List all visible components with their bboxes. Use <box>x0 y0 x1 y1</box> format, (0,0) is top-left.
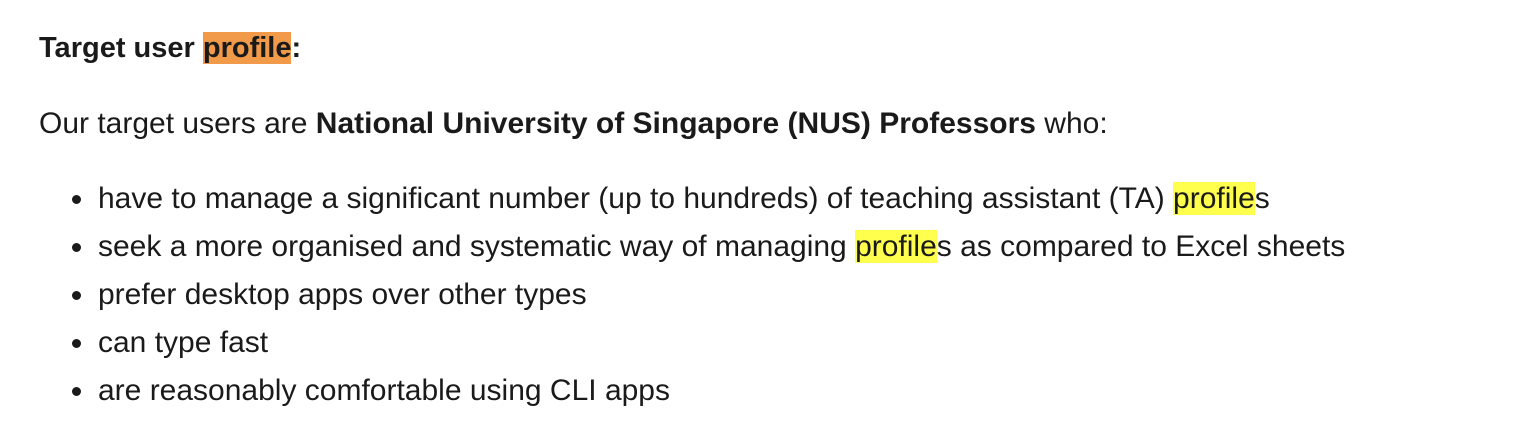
bullet-icon <box>72 386 81 396</box>
list-item-text: prefer desktop apps over other types <box>98 277 587 311</box>
list-item-text: s as compared to Excel sheets <box>936 229 1346 263</box>
list-item: are reasonably comfortable using CLI app… <box>72 367 1518 415</box>
intro-text: Our target users are <box>39 106 316 140</box>
list-item-text: can type fast <box>98 325 269 359</box>
document-page: Target user profile: Our target users ar… <box>0 0 1518 446</box>
bullet-icon <box>72 242 81 252</box>
list-item: prefer desktop apps over other types <box>72 271 1518 319</box>
search-match: profile <box>1173 181 1255 215</box>
list-item-text: have to manage a significant number (up … <box>98 181 1174 215</box>
target-user-list: have to manage a significant number (up … <box>39 175 1518 415</box>
bullet-icon <box>72 194 81 204</box>
list-item: can type fast <box>72 319 1518 367</box>
bullet-icon <box>72 290 81 300</box>
search-match-current: profile <box>202 32 292 64</box>
section-heading: Target user profile: <box>39 31 1518 66</box>
search-match: profile <box>855 229 937 263</box>
heading-text: Target user <box>39 32 203 64</box>
list-item: have to manage a significant number (up … <box>72 175 1518 223</box>
list-item-text: seek a more organised and systematic way… <box>98 229 856 263</box>
list-item-text: are reasonably comfortable using CLI app… <box>98 373 670 407</box>
heading-suffix: : <box>291 32 302 64</box>
intro-suffix: who: <box>1035 106 1108 140</box>
list-item-text: s <box>1254 181 1270 215</box>
intro-paragraph: Our target users are National University… <box>39 106 1518 142</box>
bullet-icon <box>72 338 81 348</box>
list-item: seek a more organised and systematic way… <box>72 223 1518 271</box>
intro-bold-text: National University of Singapore (NUS) P… <box>315 106 1036 140</box>
